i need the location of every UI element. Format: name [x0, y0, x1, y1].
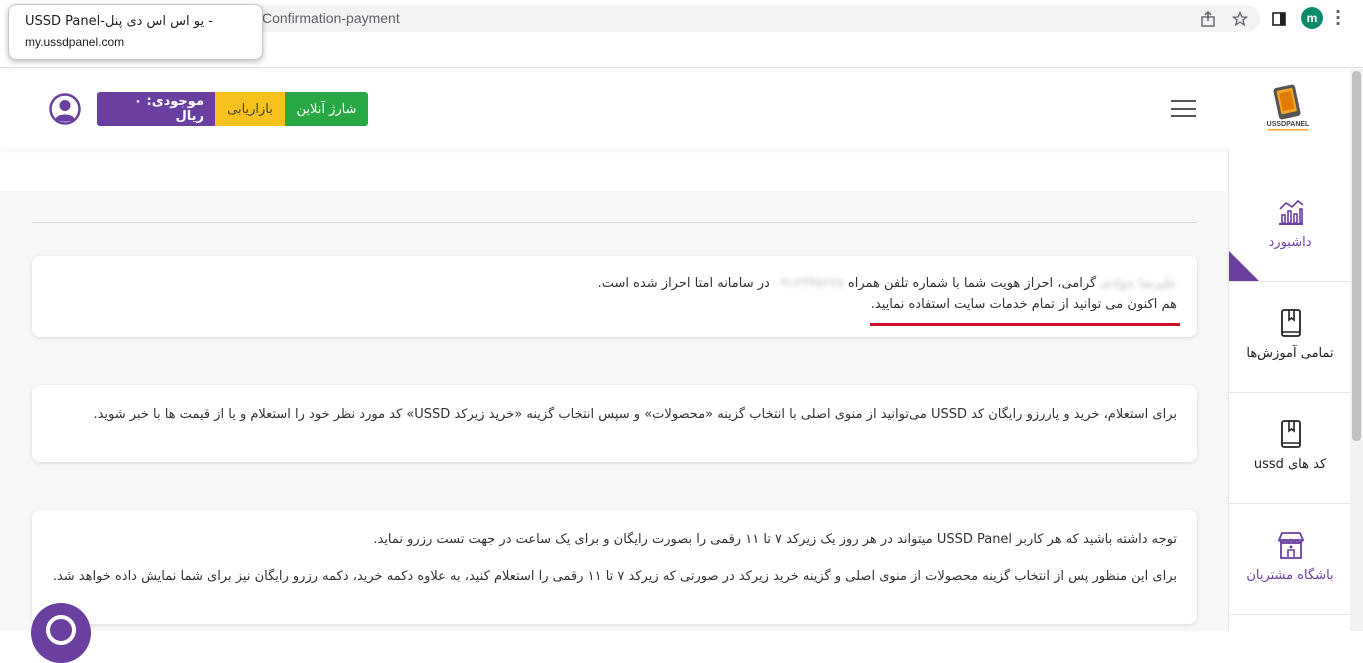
- tooltip-title: USSD Panel-یو اس اس دی پنل -: [25, 14, 213, 29]
- address-text[interactable]: Confirmation-payment: [262, 10, 400, 26]
- note-line-1: توجه داشته باشید که هر کاربر USSD Panel …: [373, 532, 1177, 547]
- sidebar-item-tutorials[interactable]: تمامی آموزش‌ها: [1229, 282, 1351, 393]
- balance-button[interactable]: موجودی: ۰ ریال: [97, 92, 215, 126]
- note-line-2: برای این منظور پس از انتخاب گزینه محصولا…: [52, 569, 1177, 584]
- red-underline-annotation: [870, 323, 1180, 326]
- sidebar-item-label: تمامی آموزش‌ها: [1246, 346, 1334, 361]
- chart-icon: [1276, 197, 1306, 227]
- logo-text: USSDPANEL: [1267, 121, 1310, 128]
- chat-icon: [46, 615, 76, 645]
- sidebar-item-dashboard[interactable]: داشبورد: [1229, 171, 1351, 282]
- browser-profile-avatar[interactable]: m: [1301, 7, 1323, 29]
- note-card: توجه داشته باشید که هر کاربر USSD Panel …: [32, 510, 1197, 624]
- marketing-button[interactable]: بازاریابی: [215, 92, 285, 126]
- sidebar-item-label: باشگاه مشتریان: [1246, 568, 1334, 583]
- book-icon: [1276, 419, 1306, 449]
- verification-card: علیرضا جوادی گرامی، احراز هویت شما با شم…: [32, 256, 1197, 337]
- hamburger-menu-icon[interactable]: [1171, 100, 1196, 117]
- divider: [32, 222, 1197, 223]
- share-icon[interactable]: [1198, 9, 1218, 29]
- user-name-blurred: علیرضا جوادی: [1100, 276, 1177, 291]
- ussdpanel-logo[interactable]: USSDPANEL: [1262, 83, 1314, 135]
- user-profile-icon[interactable]: [49, 93, 81, 125]
- verification-line-1: علیرضا جوادی گرامی، احراز هویت شما با شم…: [597, 276, 1177, 291]
- phone-number-blurred: ۰۹۱۲۳۴۵۶۷۸: [773, 276, 844, 291]
- store-icon: [1276, 530, 1306, 560]
- info-card: برای استعلام، خرید و یاررزو رایگان کد US…: [32, 385, 1197, 462]
- chat-widget-button[interactable]: [31, 603, 91, 663]
- tooltip-url: my.ussdpanel.com: [25, 35, 125, 49]
- sidebar-item-ussd-codes[interactable]: کد های ussd: [1229, 393, 1351, 504]
- page-scrollbar[interactable]: [1350, 69, 1363, 631]
- side-panel-icon[interactable]: [1269, 9, 1289, 29]
- sidebar-item-customer-club[interactable]: باشگاه مشتریان: [1229, 504, 1351, 615]
- tab-tooltip: USSD Panel-یو اس اس دی پنل - my.ussdpane…: [8, 4, 263, 60]
- info-text: برای استعلام، خرید و یاررزو رایگان کد US…: [93, 407, 1177, 422]
- app-header: موجودی: ۰ ریال بازاریابی شارژ آنلاین USS…: [0, 69, 1363, 149]
- bookmark-star-icon[interactable]: [1230, 9, 1250, 29]
- sidebar-item-label: کد های ussd: [1253, 457, 1327, 472]
- scrollbar-thumb[interactable]: [1352, 71, 1361, 441]
- active-indicator: [1229, 251, 1259, 281]
- verification-line-2: هم اکنون می توانید از تمام خدمات سایت اس…: [870, 297, 1177, 312]
- book-icon: [1276, 308, 1306, 338]
- browser-menu-icon[interactable]: · · ·: [1333, 4, 1343, 32]
- sidebar: داشبورد تمامی آموزش‌ها کد های ussd باشگا…: [1228, 149, 1351, 631]
- header-button-group: موجودی: ۰ ریال بازاریابی شارژ آنلاین: [97, 92, 368, 126]
- sidebar-item-label: داشبورد: [1268, 235, 1312, 250]
- online-charge-button[interactable]: شارژ آنلاین: [285, 92, 368, 126]
